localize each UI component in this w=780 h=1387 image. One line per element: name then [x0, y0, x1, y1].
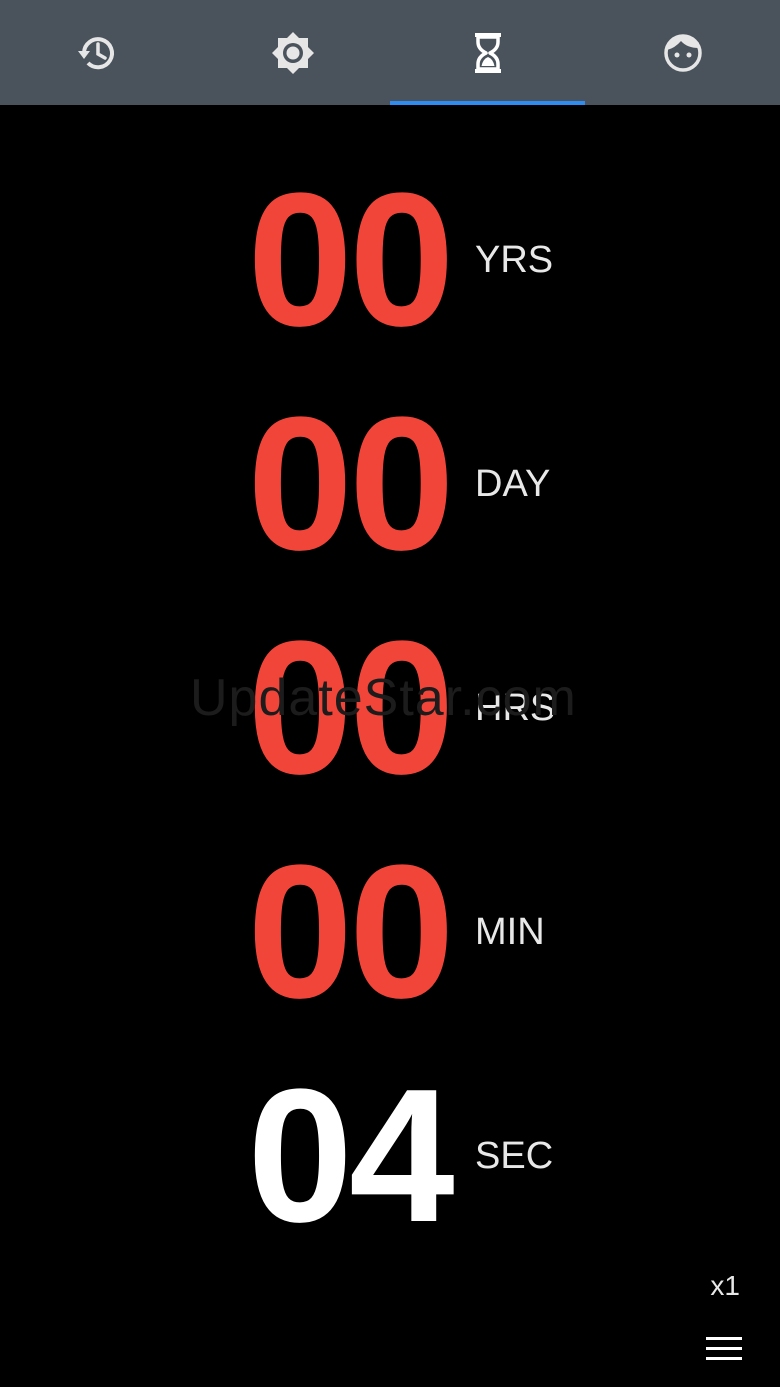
hourglass-icon	[474, 32, 501, 73]
hours-value: 00	[247, 602, 454, 814]
timer-app: 00 YRS 00 DAY 00 HRS 00 MIN 04 SEC Updat…	[0, 0, 780, 1387]
tab-history[interactable]	[0, 0, 195, 105]
tab-brightness[interactable]	[195, 0, 390, 105]
countdown-row-seconds: 04 SEC	[0, 1050, 780, 1262]
years-unit-label: YRS	[475, 239, 554, 281]
years-value: 00	[247, 154, 454, 366]
speed-multiplier-button[interactable]: x1	[710, 1270, 740, 1302]
face-icon	[663, 33, 702, 72]
countdown-row-hours: 00 HRS	[0, 602, 780, 814]
days-unit-label: DAY	[475, 463, 551, 505]
tab-face[interactable]	[585, 0, 780, 105]
hamburger-menu-icon[interactable]	[706, 1337, 744, 1363]
hours-unit-label: HRS	[475, 687, 556, 729]
countdown-row-minutes: 00 MIN	[0, 826, 780, 1038]
seconds-value: 04	[247, 1050, 454, 1262]
days-value: 00	[247, 378, 454, 590]
brightness-icon	[271, 31, 314, 74]
minutes-unit-label: MIN	[475, 911, 545, 953]
countdown-row-years: 00 YRS	[0, 154, 780, 366]
countdown-row-days: 00 DAY	[0, 378, 780, 590]
seconds-unit-label: SEC	[475, 1135, 554, 1177]
tab-timer[interactable]	[390, 0, 585, 105]
history-icon	[77, 36, 114, 69]
tab-bar	[0, 0, 780, 105]
minutes-value: 00	[247, 826, 454, 1038]
